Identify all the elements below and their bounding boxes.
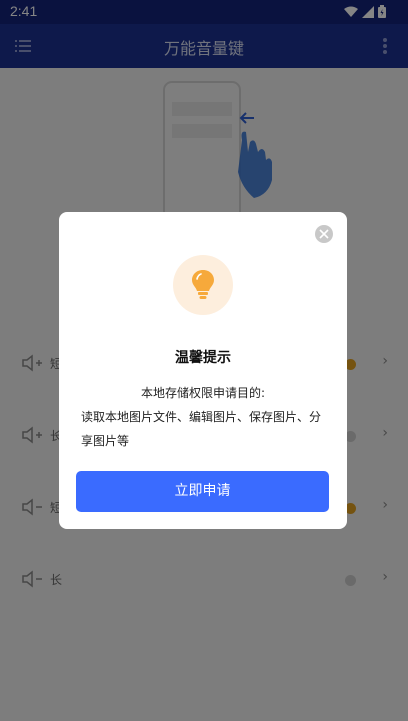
bulb-badge xyxy=(173,255,233,315)
dialog-body-line: 本地存储权限申请目的: xyxy=(140,386,266,400)
dialog-body: 本地存储权限申请目的: 读取本地图片文件、编辑图片、保存图片、分享图片等 xyxy=(81,381,325,453)
close-icon xyxy=(319,229,329,239)
close-button[interactable] xyxy=(315,225,333,243)
permission-dialog: 温馨提示 本地存储权限申请目的: 读取本地图片文件、编辑图片、保存图片、分享图片… xyxy=(59,212,347,529)
lightbulb-icon xyxy=(192,270,214,299)
apply-now-button[interactable]: 立即申请 xyxy=(76,471,329,512)
dialog-body-line: 读取本地图片文件、编辑图片、保存图片、分享图片等 xyxy=(81,410,322,448)
dialog-title: 温馨提示 xyxy=(175,350,231,366)
